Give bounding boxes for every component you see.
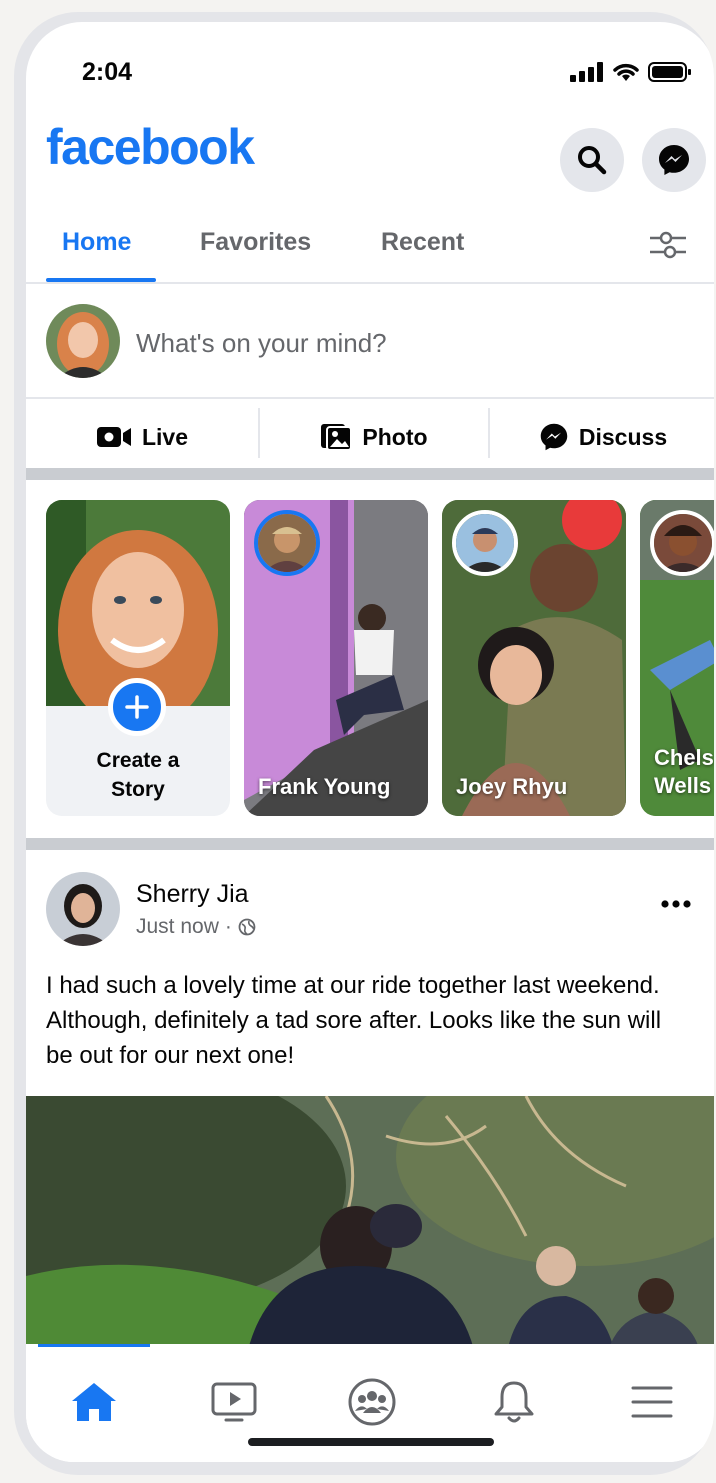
story-author-avatar	[650, 510, 714, 576]
discuss-button[interactable]: Discuss	[490, 402, 714, 472]
story-author-name: Joey Rhyu	[456, 774, 568, 799]
search-button[interactable]	[560, 128, 624, 192]
status-time: 2:04	[82, 58, 133, 86]
filter-icon	[650, 231, 686, 259]
create-story-photo	[46, 500, 230, 706]
tab-favorites[interactable]: Favorites	[200, 228, 311, 257]
post-time: Just now	[136, 915, 219, 938]
filter-button[interactable]	[648, 230, 688, 265]
plus-icon	[125, 695, 149, 719]
signal-icon	[570, 62, 603, 82]
bell-icon	[494, 1381, 534, 1423]
photo-label: Photo	[362, 423, 428, 450]
tab-recent[interactable]: Recent	[381, 228, 464, 257]
home-icon	[72, 1383, 116, 1421]
app-screen: 2:04 facebook Home Favorites Recent What…	[26, 22, 714, 1462]
story-author-name: Chels Wells	[654, 744, 714, 800]
post-options-button[interactable]	[660, 896, 692, 914]
messenger-icon	[659, 145, 689, 175]
photo-button[interactable]: Photo	[260, 402, 488, 472]
divider	[26, 397, 714, 399]
add-story-button[interactable]	[108, 678, 166, 736]
post-text: I had such a lovely time at our ride tog…	[46, 972, 662, 1069]
phone-frame: 2:04 facebook Home Favorites Recent What…	[14, 12, 714, 1475]
active-nav-indicator	[38, 1344, 150, 1347]
wifi-icon	[613, 63, 639, 81]
globe-icon	[238, 918, 256, 936]
post-image[interactable]	[26, 1096, 714, 1358]
post-meta: Just now ·	[136, 915, 256, 939]
story-card[interactable]: Frank Young	[244, 500, 428, 816]
story-card[interactable]: Chels Wells	[640, 500, 714, 816]
post-author-name[interactable]: Sherry Jia	[136, 880, 249, 909]
messenger-button[interactable]	[642, 128, 706, 192]
live-button[interactable]: Live	[26, 402, 258, 472]
post-author-avatar-image	[46, 872, 120, 946]
battery-icon	[648, 62, 691, 82]
create-story-card[interactable]: Create a Story	[46, 500, 230, 816]
divider	[26, 282, 714, 284]
composer-input[interactable]: What's on your mind?	[136, 328, 387, 359]
tab-home[interactable]: Home	[62, 228, 131, 257]
nav-menu[interactable]	[622, 1374, 682, 1430]
watch-icon	[211, 1382, 257, 1422]
story-author-avatar	[452, 510, 518, 576]
more-icon	[661, 900, 691, 908]
groups-icon	[348, 1378, 396, 1426]
story-author-avatar	[254, 510, 320, 576]
home-indicator[interactable]	[248, 1438, 494, 1446]
search-icon	[578, 146, 607, 175]
post-photo	[26, 1096, 714, 1358]
messenger-icon	[540, 423, 568, 451]
menu-icon	[631, 1386, 673, 1418]
nav-home[interactable]	[64, 1374, 124, 1430]
user-avatar-image	[46, 304, 120, 378]
story-author-name: Frank Young	[258, 774, 391, 799]
facebook-logo: facebook	[46, 119, 255, 175]
meta-separator: ·	[224, 915, 232, 938]
story-author-name-line2: Wells	[654, 773, 712, 798]
photo-icon	[321, 424, 353, 451]
section-separator	[26, 838, 714, 850]
create-story-label-line2: Story	[111, 778, 165, 801]
story-card[interactable]: Joey Rhyu	[442, 500, 626, 816]
nav-notifications[interactable]	[484, 1374, 544, 1430]
post-author-avatar[interactable]	[46, 872, 120, 946]
story-author-name-line1: Chels	[654, 745, 714, 770]
user-avatar[interactable]	[46, 304, 120, 378]
nav-watch[interactable]	[204, 1374, 264, 1430]
nav-groups[interactable]	[342, 1374, 402, 1430]
live-video-icon	[96, 427, 131, 447]
status-icons	[570, 62, 692, 82]
live-label: Live	[141, 423, 189, 450]
discuss-label: Discuss	[578, 423, 668, 450]
create-story-label-line1: Create a	[96, 749, 180, 772]
section-separator	[26, 468, 714, 480]
